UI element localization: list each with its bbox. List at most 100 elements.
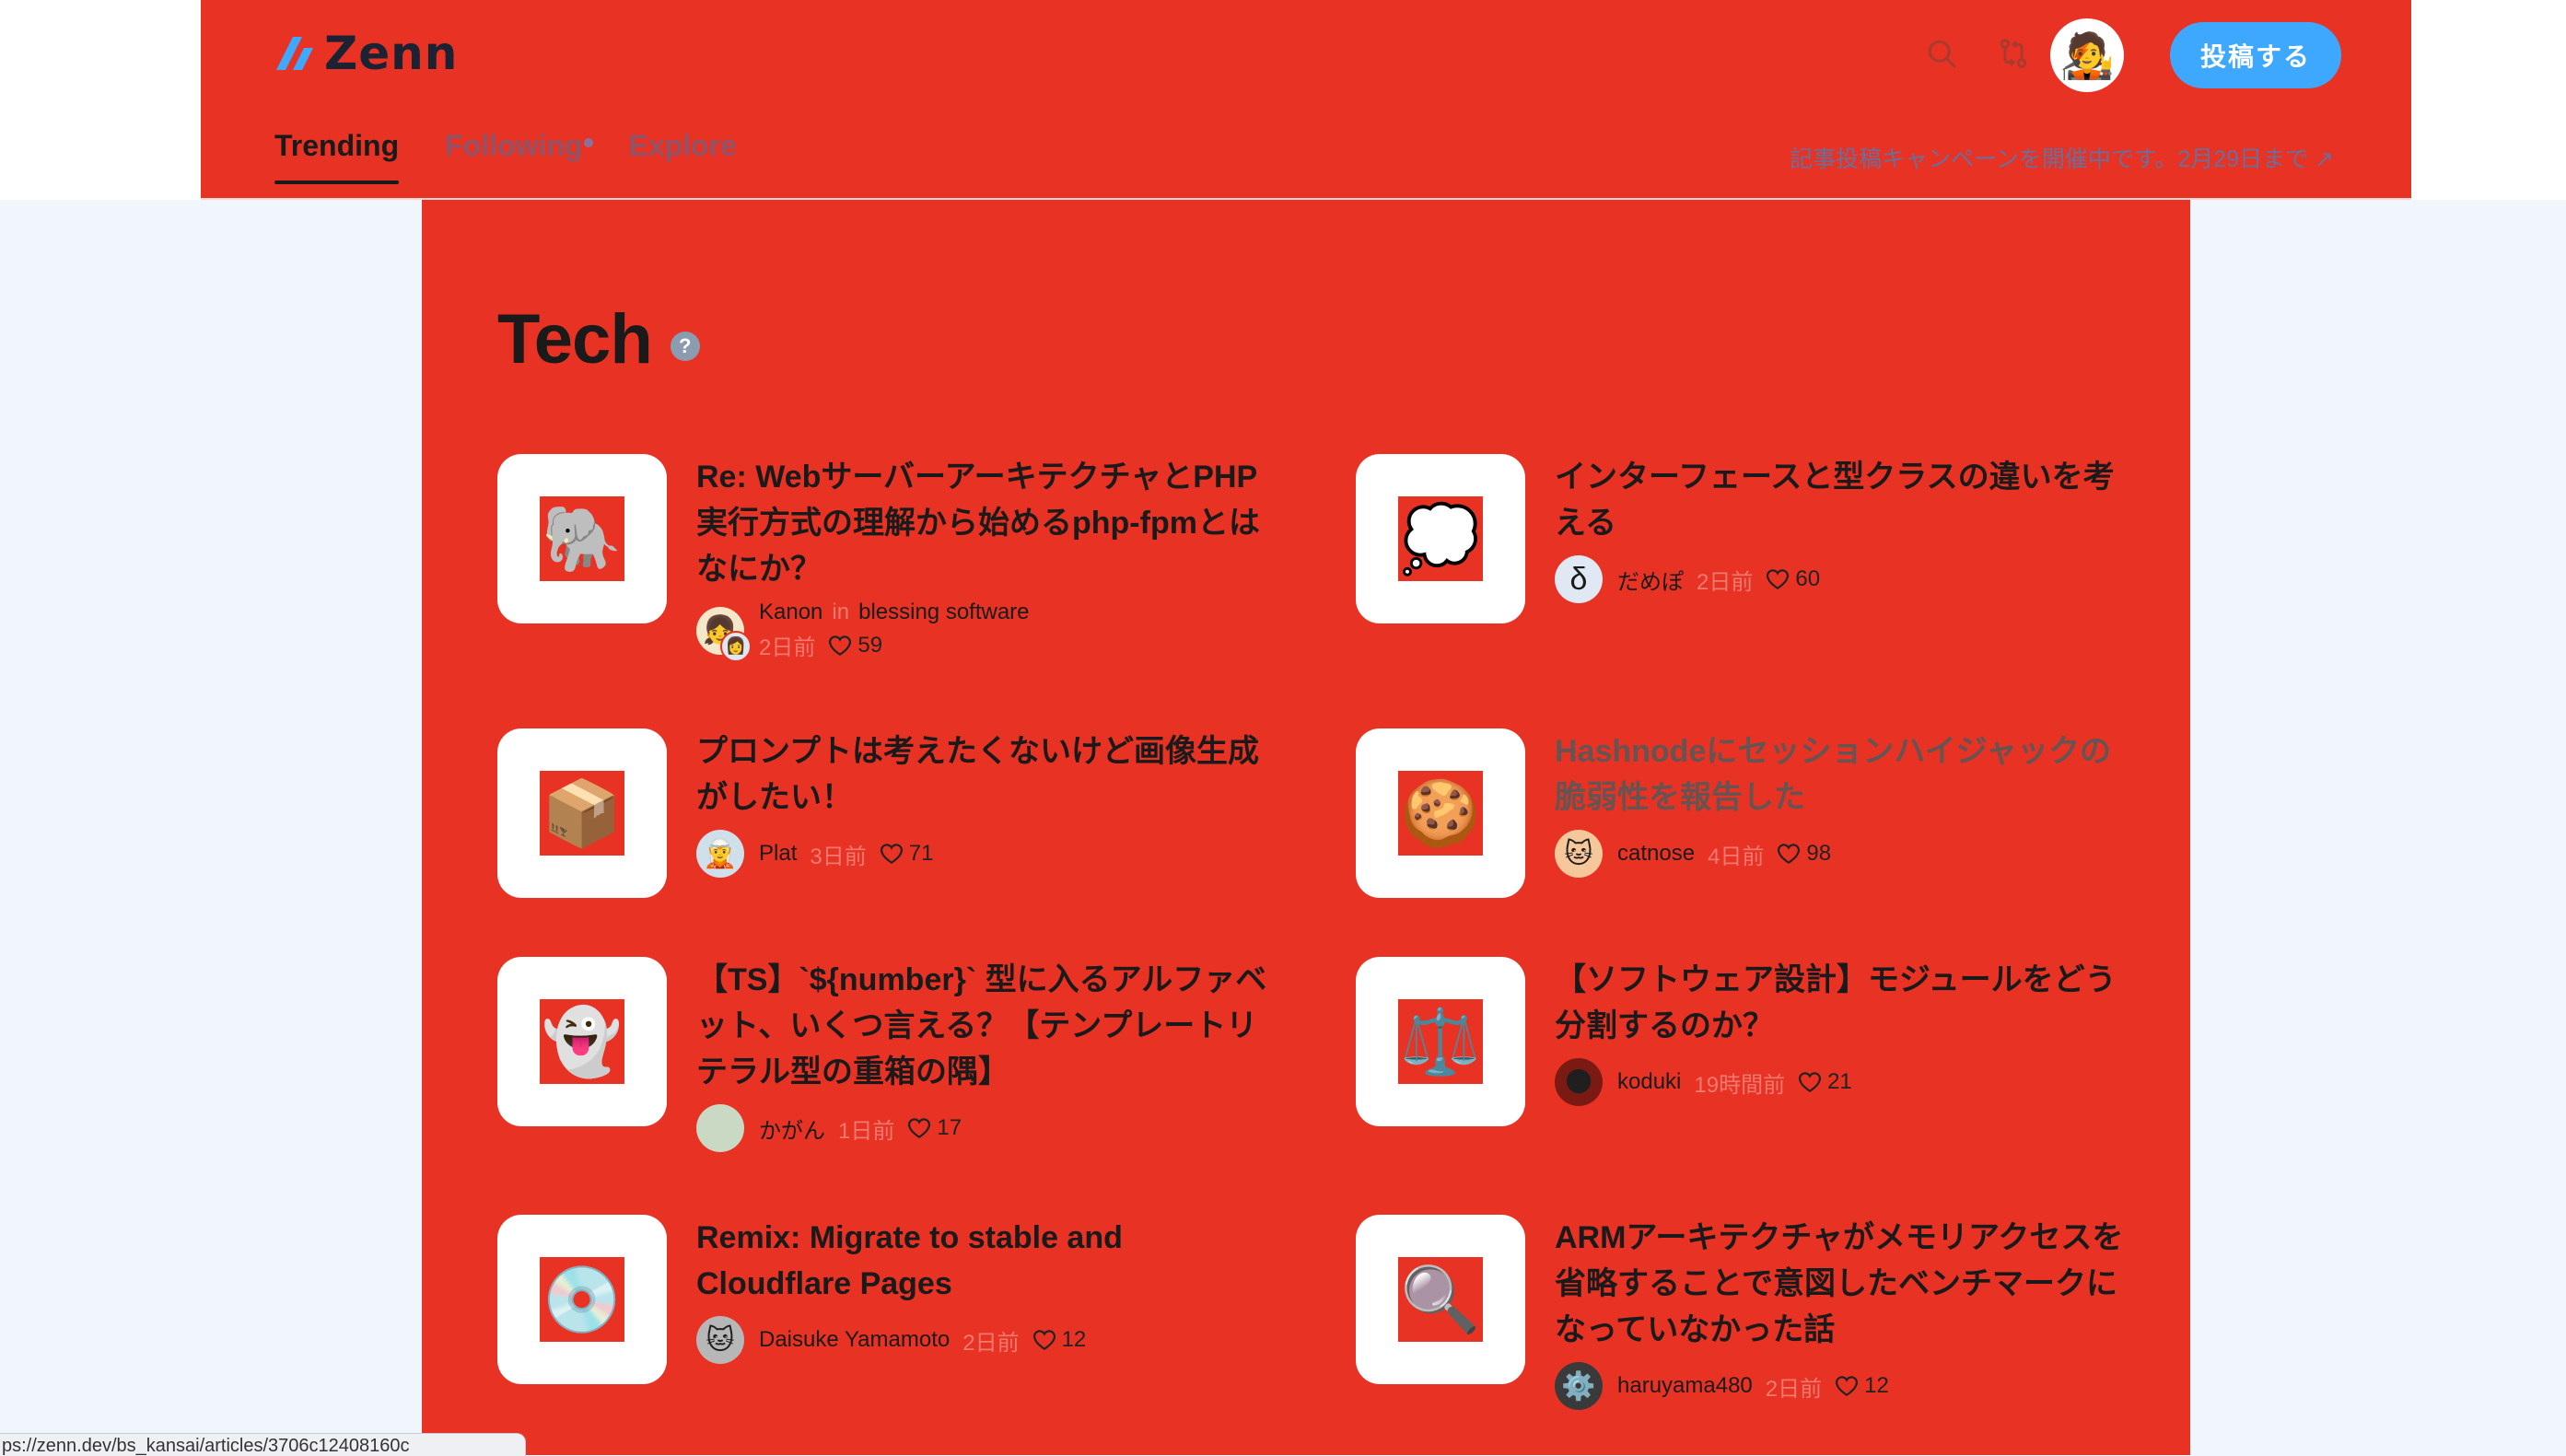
like-count: 17 (907, 1115, 962, 1141)
author-avatar[interactable] (696, 1104, 744, 1152)
section-title: Tech (497, 300, 653, 379)
author-name[interactable]: Daisuke Yamamoto (759, 1327, 950, 1353)
like-count-value: 12 (1061, 1327, 1087, 1352)
article-thumbnail[interactable]: 💿 (497, 1215, 667, 1384)
author-name[interactable]: だめぽ (1617, 564, 1684, 596)
article-card[interactable]: 💿 Remix: Migrate to stable and Cloudflar… (497, 1215, 1267, 1384)
like-count: 12 (1032, 1327, 1087, 1353)
article-title[interactable]: Remix: Migrate to stable and Cloudflare … (696, 1215, 1267, 1307)
article-stats: 2日前 59 (759, 629, 1030, 661)
article-content: Hashnodeにセッションハイジャックの脆弱性を報告した 🐱 catnose … (1555, 728, 2126, 898)
article-thumbnail[interactable]: 📦 (497, 728, 667, 898)
tab-following[interactable]: Following (445, 129, 594, 184)
article-thumbnail[interactable]: 👻 (497, 957, 667, 1126)
tab-trending[interactable]: Trending (274, 129, 400, 184)
article-card[interactable]: ⚖️ 【ソフトウェア設計】モジュールをどう分割するのか？ 🌑 koduki 19… (1356, 957, 2126, 1126)
like-count-value: 71 (908, 841, 934, 866)
campaign-link[interactable]: 記事投稿キャンペーンを開催中です。2月29日まで ↗ (1790, 141, 2334, 174)
article-content: Re: WebサーバーアーキテクチャとPHP実行方式の理解から始めるphp-fp… (696, 454, 1267, 662)
user-avatar[interactable]: 🧑‍🎤 (2050, 18, 2124, 92)
published-time: 2日前 (1765, 1376, 1823, 1402)
author-avatar[interactable]: 🧝 (696, 830, 744, 878)
help-icon[interactable]: ? (670, 331, 700, 361)
heart-icon (880, 844, 903, 865)
article-content: プロンプトは考えたくないけど画像生成がしたい！ 🧝 Plat 3日前 71 (696, 728, 1267, 898)
publication-avatar[interactable]: 👩 (720, 630, 752, 662)
heart-icon (1836, 1376, 1859, 1397)
article-title[interactable]: Hashnodeにセッションハイジャックの脆弱性を報告した (1555, 728, 2126, 821)
like-count: 12 (1835, 1373, 1889, 1399)
cookie-emoji-icon: 🍪 (1398, 771, 1483, 856)
author-name[interactable]: koduki (1617, 1069, 1681, 1095)
zenn-logo-text: Zenn (324, 27, 459, 80)
article-title[interactable]: Re: WebサーバーアーキテクチャとPHP実行方式の理解から始めるphp-fp… (696, 454, 1267, 592)
article-content: ARMアーキテクチャがメモリアクセスを省略することで意図したベンチマークになって… (1555, 1215, 2126, 1410)
article-content: Remix: Migrate to stable and Cloudflare … (696, 1215, 1267, 1384)
author-name[interactable]: catnose (1617, 841, 1695, 867)
published-time: 3日前 (810, 844, 867, 869)
article-meta: かがん 1日前 17 (696, 1104, 1267, 1152)
post-button[interactable]: 投稿する (2170, 22, 2341, 88)
section-heading: Tech ? (497, 299, 700, 379)
article-card[interactable]: 👻 【TS】`${number}` 型に入るアルファベット、いくつ言える？【テン… (497, 957, 1267, 1152)
author-name[interactable]: Kanon (759, 600, 822, 625)
author-avatar[interactable]: δ (1555, 555, 1603, 603)
article-meta: 👧 👩 Kanon in blessing software 2日前 59 (696, 600, 1267, 662)
published-time: 19時間前 (1694, 1072, 1786, 1098)
article-card[interactable]: 📦 プロンプトは考えたくないけど画像生成がしたい！ 🧝 Plat 3日前 71 (497, 728, 1267, 898)
author-avatar[interactable]: ⚙️ (1555, 1362, 1603, 1410)
heart-icon (1778, 844, 1801, 865)
author-name[interactable]: Plat (759, 841, 797, 867)
published-time: 4日前 (1708, 844, 1765, 869)
article-content: 【ソフトウェア設計】モジュールをどう分割するのか？ 🌑 koduki 19時間前… (1555, 957, 2126, 1126)
published-time: 1日前 (838, 1118, 895, 1144)
article-thumbnail[interactable]: 💭 (1356, 454, 1525, 623)
article-meta: 🐱 catnose 4日前 98 (1555, 830, 2126, 878)
heart-icon (829, 635, 852, 656)
article-meta: δ だめぽ 2日前 60 (1555, 555, 2126, 603)
author-avatar[interactable]: 🐱 (696, 1316, 744, 1364)
author-avatar[interactable]: 🐱 (1555, 830, 1603, 878)
article-thumbnail[interactable]: 🐘 (497, 454, 667, 623)
zenn-logo[interactable]: Zenn (274, 26, 458, 81)
like-count: 60 (1766, 566, 1820, 592)
article-thumbnail[interactable]: 🔍 (1356, 1215, 1525, 1384)
article-card[interactable]: 🐘 Re: WebサーバーアーキテクチャとPHP実行方式の理解から始めるphp-… (497, 454, 1267, 662)
article-card[interactable]: 🍪 Hashnodeにセッションハイジャックの脆弱性を報告した 🐱 catnos… (1356, 728, 2126, 898)
like-count: 98 (1777, 841, 1831, 867)
site-header: Zenn 🧑‍🎤 投稿する Trending Following Explore… (201, 0, 2411, 198)
like-count-value: 60 (1795, 566, 1821, 591)
article-card[interactable]: 🔍 ARMアーキテクチャがメモリアクセスを省略することで意図したベンチマークにな… (1356, 1215, 2126, 1410)
article-title[interactable]: プロンプトは考えたくないけど画像生成がしたい！ (696, 728, 1267, 821)
article-content: インターフェースと型クラスの違いを考える δ だめぽ 2日前 60 (1555, 454, 2126, 623)
optical-disc-emoji-icon: 💿 (540, 1257, 624, 1342)
main-content: Tech ? 🐘 Re: WebサーバーアーキテクチャとPHP実行方式の理解から… (422, 200, 2190, 1455)
heart-icon (1767, 569, 1790, 590)
like-count-value: 21 (1827, 1069, 1852, 1094)
author-publication-line: Kanon in blessing software (759, 600, 1030, 625)
tab-following-label: Following (445, 129, 583, 162)
article-meta: 🧝 Plat 3日前 71 (696, 830, 1267, 878)
article-card[interactable]: 💭 インターフェースと型クラスの違いを考える δ だめぽ 2日前 60 (1356, 454, 2126, 623)
tab-explore[interactable]: Explore (628, 129, 736, 184)
article-title[interactable]: インターフェースと型クラスの違いを考える (1555, 454, 2126, 546)
author-avatar[interactable]: 👧 👩 (696, 606, 752, 662)
article-title[interactable]: ARMアーキテクチャがメモリアクセスを省略することで意図したベンチマークになって… (1555, 1215, 2126, 1353)
article-meta: 🐱 Daisuke Yamamoto 2日前 12 (696, 1316, 1267, 1364)
article-content: 【TS】`${number}` 型に入るアルファベット、いくつ言える？【テンプレ… (696, 957, 1267, 1152)
published-time: 2日前 (962, 1330, 1020, 1356)
author-avatar[interactable]: 🌑 (1555, 1058, 1603, 1106)
author-name[interactable]: haruyama480 (1617, 1373, 1753, 1399)
like-count-value: 12 (1864, 1373, 1889, 1398)
publication-name[interactable]: blessing software (858, 600, 1029, 625)
search-icon[interactable] (1919, 31, 1964, 76)
article-thumbnail[interactable]: 🍪 (1356, 728, 1525, 898)
article-title[interactable]: 【TS】`${number}` 型に入るアルファベット、いくつ言える？【テンプレ… (696, 957, 1267, 1095)
article-title[interactable]: 【ソフトウェア設計】モジュールをどう分割するのか？ (1555, 957, 2126, 1049)
author-name[interactable]: かがん (759, 1112, 825, 1145)
article-thumbnail[interactable]: ⚖️ (1356, 957, 1525, 1126)
link-status-bar: ps://zenn.dev/bs_kansai/articles/3706c12… (0, 1433, 526, 1456)
like-count-value: 59 (857, 632, 883, 658)
like-count: 71 (880, 841, 934, 867)
magnifying-glass-emoji-icon: 🔍 (1398, 1257, 1483, 1342)
